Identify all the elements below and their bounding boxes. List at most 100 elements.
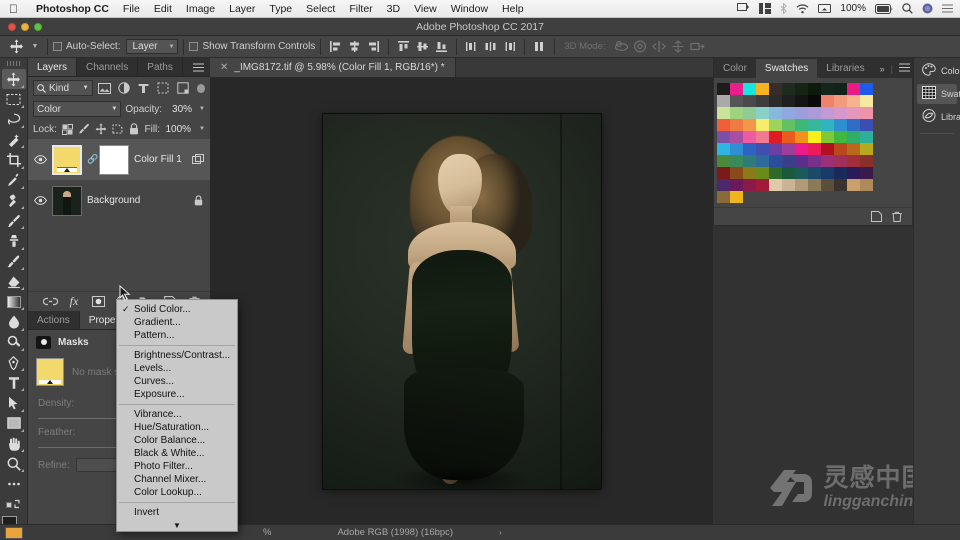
color-swatch[interactable] (730, 167, 743, 179)
lock-image-pixels-icon[interactable] (78, 123, 90, 136)
align-right-edges-icon[interactable] (364, 38, 383, 56)
color-swatch[interactable] (782, 143, 795, 155)
color-swatch[interactable] (834, 95, 847, 107)
zoom-tool[interactable] (2, 454, 26, 474)
color-swatch[interactable] (808, 191, 821, 203)
filter-type-icon[interactable] (136, 80, 152, 97)
color-swatch[interactable] (756, 191, 769, 203)
distribute-horizontal-center-icon[interactable] (481, 38, 500, 56)
color-swatch[interactable] (730, 119, 743, 131)
color-swatch[interactable] (743, 167, 756, 179)
color-swatch[interactable] (743, 95, 756, 107)
dodge-tool[interactable] (2, 332, 26, 352)
menu-view[interactable]: View (407, 3, 444, 15)
screen-mirror-icon[interactable] (818, 3, 832, 14)
menu-item[interactable]: Color Lookup... (117, 486, 237, 499)
color-swatch[interactable] (717, 179, 730, 191)
align-bottom-edges-icon[interactable] (432, 38, 451, 56)
color-swatch[interactable] (847, 143, 860, 155)
align-top-edges-icon[interactable] (394, 38, 413, 56)
move-tool[interactable] (1, 68, 26, 90)
color-swatch[interactable] (821, 107, 834, 119)
layer-style-fx-icon[interactable]: fx (66, 294, 82, 310)
eraser-tool[interactable] (2, 271, 26, 291)
color-swatch[interactable] (730, 131, 743, 143)
hand-tool[interactable] (2, 433, 26, 453)
color-swatch[interactable] (847, 179, 860, 191)
align-horizontal-centers-icon[interactable] (345, 38, 364, 56)
fill-value[interactable]: 100% (165, 124, 191, 135)
align-left-edges-icon[interactable] (326, 38, 345, 56)
color-swatch[interactable] (834, 179, 847, 191)
menu-filter[interactable]: Filter (342, 3, 379, 15)
color-swatch[interactable] (847, 191, 860, 203)
menu-item[interactable]: Photo Filter... (117, 460, 237, 473)
tab-layers[interactable]: Layers (28, 58, 78, 76)
move-tool-icon[interactable] (4, 37, 28, 57)
color-swatch[interactable] (717, 83, 730, 95)
color-swatch[interactable] (821, 191, 834, 203)
color-swatch[interactable] (717, 167, 730, 179)
color-swatch[interactable] (795, 167, 808, 179)
color-swatch[interactable] (743, 107, 756, 119)
color-swatch[interactable] (782, 179, 795, 191)
color-swatch[interactable] (834, 107, 847, 119)
color-swatch[interactable] (769, 131, 782, 143)
canvas-viewport[interactable] (210, 78, 713, 524)
color-swatch[interactable] (756, 167, 769, 179)
color-swatch[interactable] (717, 95, 730, 107)
color-swatch[interactable] (769, 167, 782, 179)
color-swatch[interactable] (782, 131, 795, 143)
distribute-left-icon[interactable] (462, 38, 481, 56)
color-swatch[interactable] (860, 119, 873, 131)
color-swatch[interactable] (821, 143, 834, 155)
color-swatch[interactable] (808, 143, 821, 155)
color-swatch[interactable] (808, 131, 821, 143)
menu-type[interactable]: Type (262, 3, 299, 15)
color-swatch[interactable] (821, 131, 834, 143)
tab-paths[interactable]: Paths (138, 58, 183, 76)
menu-item[interactable]: Levels... (117, 362, 237, 375)
menu-3d[interactable]: 3D (380, 3, 407, 15)
menu-item[interactable]: Invert (117, 506, 237, 519)
color-swatch[interactable] (821, 95, 834, 107)
blur-tool[interactable] (2, 312, 26, 332)
color-swatch[interactable] (795, 191, 808, 203)
menu-item[interactable]: Pattern... (117, 329, 237, 342)
color-swatch[interactable] (756, 107, 769, 119)
color-swatch[interactable] (769, 83, 782, 95)
color-swatch[interactable] (730, 83, 743, 95)
dock-item-libraries[interactable]: Libraries (917, 107, 960, 127)
color-swatch[interactable] (821, 167, 834, 179)
color-swatch[interactable] (743, 191, 756, 203)
menu-photoshop-cc[interactable]: Photoshop CC (29, 3, 116, 15)
color-swatch[interactable] (860, 179, 873, 191)
layer-thumbnail-background[interactable] (52, 185, 82, 216)
status-expand-arrow-icon[interactable]: › (499, 528, 502, 537)
color-swatch[interactable] (769, 119, 782, 131)
color-swatch[interactable] (808, 155, 821, 167)
menu-item[interactable]: Curves... (117, 375, 237, 388)
color-swatch[interactable] (730, 179, 743, 191)
tab-libraries[interactable]: Libraries (817, 59, 873, 78)
layer-mask-link-icon[interactable]: 🔗 (87, 154, 98, 165)
battery-icon[interactable] (875, 3, 893, 14)
color-swatch[interactable] (730, 107, 743, 119)
menu-item[interactable]: Hue/Saturation... (117, 421, 237, 434)
panel-menu-icon[interactable] (898, 63, 910, 74)
color-swatch[interactable] (756, 83, 769, 95)
color-swatch[interactable] (743, 131, 756, 143)
menu-item[interactable]: Brightness/Contrast... (117, 349, 237, 362)
gradient-tool[interactable] (2, 292, 26, 312)
menu-help[interactable]: Help (495, 3, 531, 15)
color-swatch[interactable] (743, 179, 756, 191)
rectangle-tool[interactable] (2, 413, 26, 433)
color-swatch[interactable] (717, 155, 730, 167)
auto-select-scope-dropdown[interactable]: Layer ▼ (126, 39, 179, 54)
color-swatch[interactable] (795, 119, 808, 131)
airplay-display-icon[interactable] (737, 3, 750, 14)
scroll-down-arrow-icon[interactable]: ▼ (117, 519, 237, 531)
color-swatch[interactable] (821, 83, 834, 95)
tab-actions[interactable]: Actions (28, 311, 80, 329)
color-swatch[interactable] (834, 167, 847, 179)
